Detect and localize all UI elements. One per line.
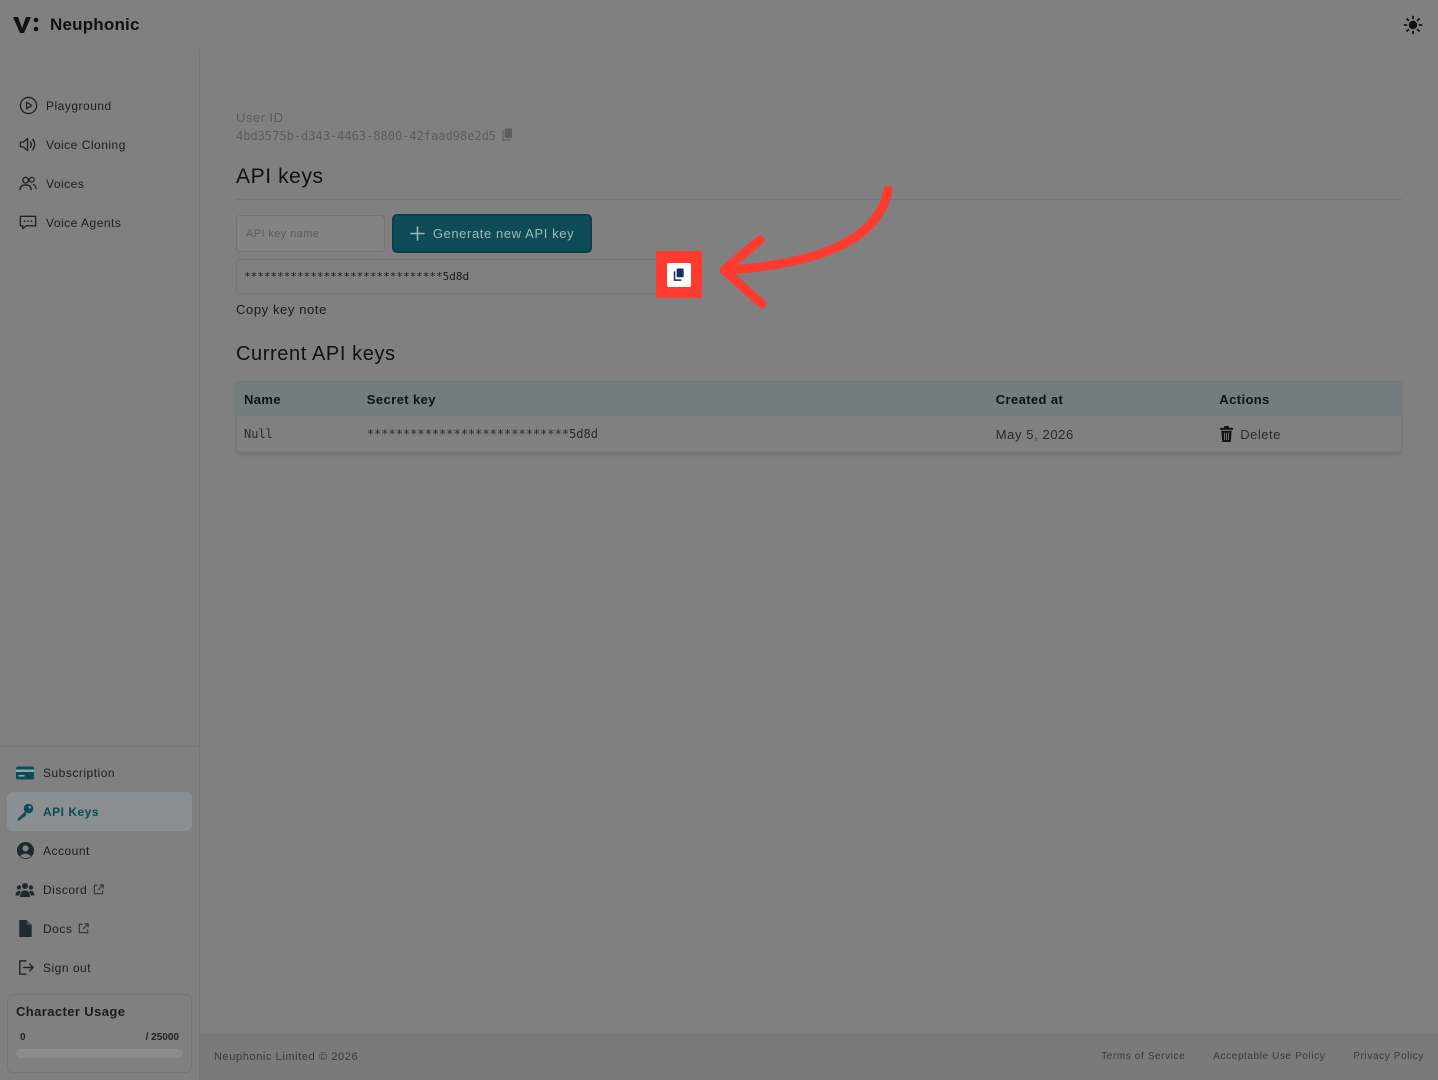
api-key-name-input[interactable] — [236, 215, 385, 252]
sidebar-item-api-keys[interactable]: API Keys — [7, 792, 192, 831]
heading-divider — [236, 199, 1402, 200]
user-id-value: 4bd3575b-d343-4463-8800-42faad98e2d5 — [236, 129, 497, 143]
sign-out-icon — [15, 958, 35, 978]
table-row: Null ****************************5d8d Ma… — [237, 416, 1401, 452]
sidebar-item-sign-out[interactable]: Sign out — [7, 948, 192, 987]
sun-icon — [1403, 15, 1423, 35]
sidebar-item-voice-agents[interactable]: Voice Agents — [0, 203, 200, 242]
key-icon — [15, 802, 35, 822]
cell-secret-key: ****************************5d8d — [366, 427, 598, 441]
copy-icon — [673, 268, 684, 281]
sidebar-item-label: Discord — [43, 882, 88, 897]
column-header-created-at: Created at — [995, 391, 1064, 407]
sidebar-item-docs[interactable]: Docs — [7, 909, 192, 948]
sidebar-item-voices[interactable]: Voices — [0, 164, 200, 203]
sidebar-item-label: Voices — [46, 176, 85, 191]
usage-progress-bar — [16, 1049, 183, 1058]
sidebar-item-label: Account — [43, 843, 90, 858]
play-circle-icon — [18, 96, 38, 116]
document-icon — [15, 919, 35, 939]
api-keys-heading: API keys — [236, 165, 324, 188]
sidebar-divider — [0, 746, 199, 747]
sidebar-item-account[interactable]: Account — [7, 831, 192, 870]
footer: Neuphonic Limited © 2026 Terms of Servic… — [200, 1033, 1438, 1080]
brand-name: Neuphonic — [50, 15, 140, 34]
new-api-key-value: ******************************5d8d — [244, 270, 470, 283]
plus-icon — [410, 226, 425, 241]
sidebar-item-label: Voice Cloning — [46, 137, 126, 152]
usage-limit: / 25000 — [145, 1032, 179, 1043]
annotation-arrow-icon — [719, 185, 893, 309]
external-link-icon — [92, 883, 105, 896]
user-id-label: User ID — [236, 110, 284, 125]
column-header-name: Name — [244, 391, 282, 407]
sidebar-item-label: Playground — [46, 98, 112, 113]
copy-key-note: Copy key note — [236, 302, 327, 317]
usage-used: 0 — [20, 1032, 26, 1043]
speaker-wave-icon — [18, 135, 38, 155]
user-circle-icon — [15, 841, 35, 861]
external-link-icon — [77, 922, 90, 935]
copy-user-id-icon[interactable] — [502, 128, 513, 144]
footer-link-privacy[interactable]: Privacy Policy — [1353, 1051, 1424, 1062]
footer-copyright: Neuphonic Limited © 2026 — [214, 1050, 359, 1063]
sidebar-item-voice-cloning[interactable]: Voice Cloning — [0, 125, 200, 164]
sidebar-item-subscription[interactable]: Subscription — [7, 753, 192, 792]
brand[interactable]: Neuphonic — [12, 15, 140, 35]
generate-api-key-label: Generate new API key — [432, 226, 575, 241]
sidebar-item-label: Voice Agents — [46, 215, 122, 230]
footer-links: Terms of Service Acceptable Use Policy P… — [1101, 1051, 1424, 1062]
cell-name: Null — [244, 427, 273, 441]
usage-numbers: 0 / 25000 — [16, 1032, 183, 1043]
new-api-key-field[interactable]: ******************************5d8d — [236, 259, 666, 294]
sidebar-item-label: Subscription — [43, 765, 116, 780]
sidebar-item-discord[interactable]: Discord — [7, 870, 192, 909]
theme-toggle-button[interactable] — [1402, 14, 1424, 36]
sidebar-nav-secondary: Subscription API Keys Account Discord Do… — [7, 753, 192, 987]
users-group-icon — [15, 880, 35, 900]
sidebar-item-label: Docs — [43, 921, 73, 936]
footer-link-terms[interactable]: Terms of Service — [1101, 1051, 1185, 1062]
sidebar-item-label: API Keys — [43, 804, 100, 819]
delete-label: Delete — [1240, 426, 1281, 442]
top-bar: Neuphonic — [0, 0, 1438, 50]
sidebar-nav-primary: Playground Voice Cloning Voices Voice Ag… — [0, 86, 200, 242]
copy-key-highlight — [656, 251, 702, 298]
column-header-secret-key: Secret key — [366, 391, 436, 407]
copy-key-button[interactable] — [667, 262, 691, 287]
users-icon — [18, 174, 38, 194]
brand-logo-icon — [13, 17, 39, 33]
cell-actions: Delete — [1219, 425, 1401, 443]
sidebar-item-label: Sign out — [43, 960, 92, 975]
credit-card-icon — [15, 763, 35, 783]
character-usage-card: Character Usage 0 / 25000 — [7, 994, 192, 1073]
footer-link-acceptable-use[interactable]: Acceptable Use Policy — [1213, 1051, 1325, 1062]
current-api-keys-heading: Current API keys — [236, 343, 396, 365]
generate-api-key-button[interactable]: Generate new API key — [392, 214, 592, 253]
usage-title: Character Usage — [16, 1004, 126, 1019]
table-header: Name Secret key Created at Actions — [237, 382, 1401, 416]
sidebar-item-playground[interactable]: Playground — [0, 86, 200, 125]
cell-created-at: May 5, 2026 — [995, 426, 1074, 442]
chat-bubble-icon — [18, 213, 38, 233]
trash-icon — [1220, 426, 1234, 442]
api-keys-table: Name Secret key Created at Actions Null … — [236, 381, 1402, 453]
user-id-row: 4bd3575b-d343-4463-8800-42faad98e2d5 — [236, 128, 513, 144]
delete-key-button[interactable]: Delete — [1219, 425, 1401, 443]
column-header-actions: Actions — [1219, 391, 1270, 407]
sidebar: Playground Voice Cloning Voices Voice Ag… — [0, 50, 200, 1080]
